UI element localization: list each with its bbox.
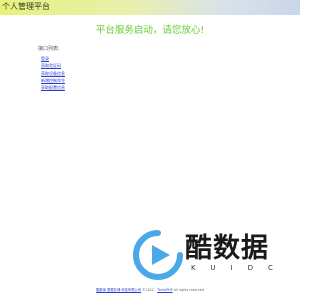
list-item: 获取验证码 <box>41 62 65 69</box>
interface-link-add-command[interactable]: 新增控制命令 <box>41 78 65 83</box>
list-item: 登录 <box>41 55 65 62</box>
interface-link-get-code[interactable]: 获取验证码 <box>41 63 61 68</box>
status-headline: 平台服务启动，请您放心! <box>95 25 205 36</box>
interfaces-heading: 接口列表: <box>38 46 60 52</box>
footer-rights: All rights reserved <box>173 288 204 292</box>
app-title: 个人管理平台 <box>2 2 50 11</box>
list-item: 获取配置信息 <box>41 84 65 91</box>
list-item: 新增控制命令 <box>41 77 65 84</box>
interface-link-login[interactable]: 登录 <box>41 56 49 61</box>
footer-company-link[interactable]: 酷数库 数据存储·科技有限公司 <box>96 288 141 292</box>
watermark-logo: 酷数据 KUIDC <box>133 228 283 280</box>
watermark-brand: 酷数据 <box>185 233 269 264</box>
footer: 酷数库 数据存储·科技有限公司 ©2022 - ThinkPHP All rig… <box>0 288 300 293</box>
interface-link-config-info[interactable]: 获取配置信息 <box>41 85 65 90</box>
footer-framework-link[interactable]: ThinkPHP <box>157 288 172 292</box>
footer-copyright: ©2022 - <box>142 288 157 292</box>
interfaces-list: 登录 获取验证码 获取设备信息 新增控制命令 获取配置信息 <box>41 55 65 91</box>
interface-link-device-info[interactable]: 获取设备信息 <box>41 71 65 76</box>
header-bar: 个人管理平台 <box>0 0 300 15</box>
list-item: 获取设备信息 <box>41 70 65 77</box>
play-logo-icon <box>133 230 183 280</box>
watermark-letters: KUIDC <box>191 264 288 272</box>
